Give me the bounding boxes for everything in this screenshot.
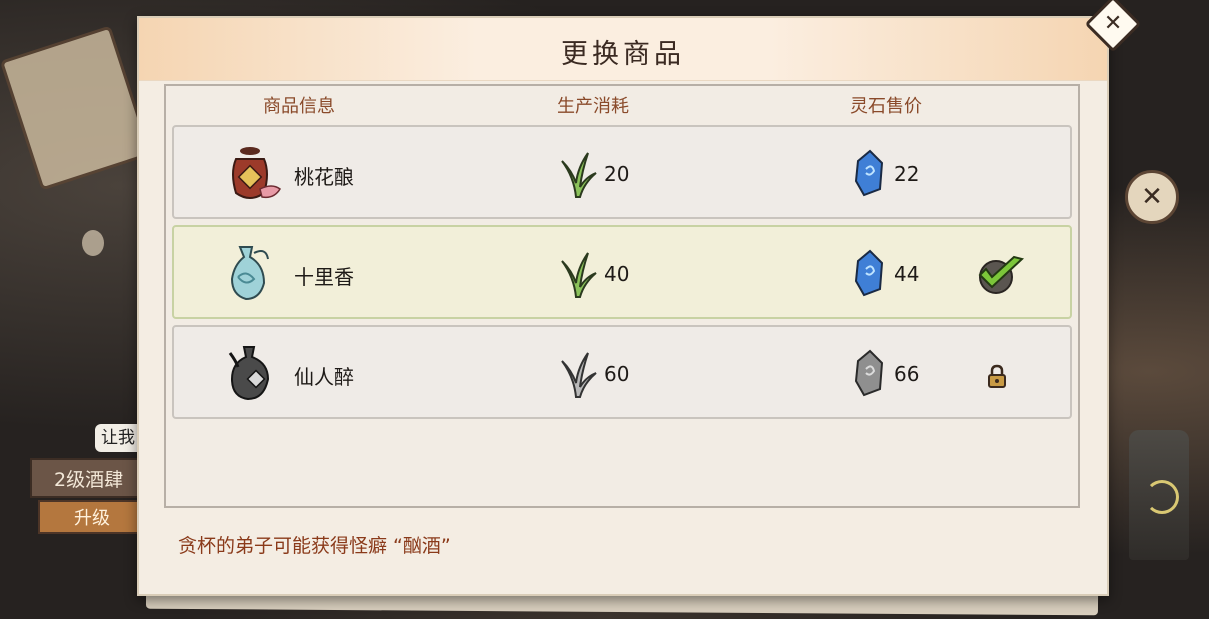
spirit-stone-icon — [854, 349, 884, 397]
shop-level-sign: 2级酒肆 — [30, 458, 150, 498]
column-header-cost: 生产消耗 — [557, 96, 629, 117]
goods-name: 仙人醉 — [294, 365, 354, 389]
spirit-stone-icon — [854, 249, 884, 297]
production-cost: 20 — [604, 162, 630, 186]
spirit-stone-price: 66 — [894, 362, 920, 386]
stone-lamp — [1129, 430, 1189, 560]
goods-row-xianrenzui[interactable]: 仙人醉 60 66 — [172, 325, 1072, 419]
goods-name: 桃花酿 — [294, 165, 354, 189]
column-header-price: 灵石售价 — [850, 96, 922, 117]
quirk-hint: 贪杯的弟子可能获得怪癖 “酗酒” — [178, 535, 451, 557]
dialog-title: 更换商品 — [561, 39, 685, 70]
upgrade-button: 升级 — [38, 500, 148, 534]
background-close-icon: ✕ — [1125, 170, 1179, 224]
spirit-stone-price: 44 — [894, 262, 920, 286]
goods-name: 十里香 — [294, 265, 354, 289]
goods-row-taohuaniang[interactable]: 桃花酿 20 22 — [172, 125, 1072, 219]
column-header-info: 商品信息 — [263, 96, 335, 117]
grass-icon — [561, 252, 597, 298]
check-icon — [978, 255, 1025, 294]
spirit-stone-price: 22 — [894, 162, 920, 186]
paper-lantern — [82, 230, 104, 256]
grass-icon — [561, 352, 597, 398]
lock-icon — [988, 364, 1006, 388]
production-cost: 40 — [604, 262, 630, 286]
close-icon: ✕ — [1103, 11, 1123, 36]
grass-icon — [561, 152, 597, 198]
spirit-stone-icon — [854, 149, 884, 197]
gourd-flask-icon — [228, 346, 270, 401]
porcelain-vase-icon — [230, 246, 269, 301]
production-cost: 60 — [604, 362, 630, 386]
dialog-header: 更换商品 — [139, 18, 1107, 81]
goods-row-shilixiang[interactable]: 十里香 40 44 — [172, 225, 1072, 319]
wine-jar-icon — [232, 147, 281, 199]
